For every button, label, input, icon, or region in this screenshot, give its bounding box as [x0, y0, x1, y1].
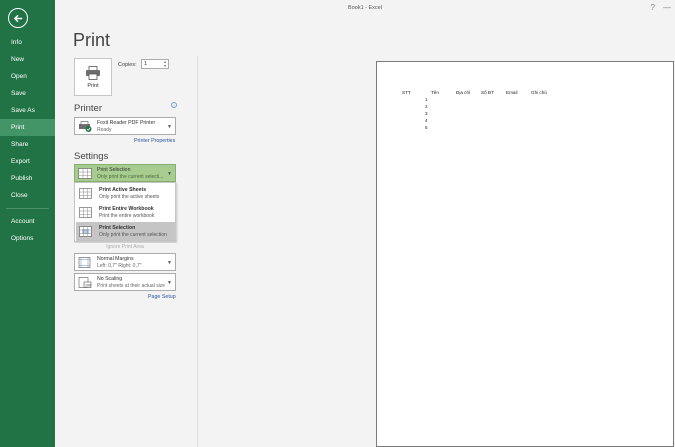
- chevron-down-icon: ▼: [167, 260, 172, 266]
- sidebar-item-open[interactable]: Open: [0, 68, 55, 85]
- printer-icon: [86, 65, 100, 80]
- column-header: Email: [506, 90, 518, 95]
- printer-status: Ready: [97, 127, 112, 133]
- workbook-icon: [79, 207, 92, 218]
- menu-item-title: Print Active Sheets: [99, 187, 147, 193]
- menu-item-title: Print Selection: [99, 225, 136, 231]
- printer-dropdown[interactable]: Foxit Reader PDF Printer Ready ▼: [74, 117, 176, 135]
- settings-section-title: Settings: [74, 151, 109, 162]
- sidebar-item-info[interactable]: Info: [0, 34, 55, 51]
- copies-input[interactable]: 1 ▲ ▼: [141, 59, 169, 69]
- printer-properties-link[interactable]: Printer Properties: [134, 138, 175, 144]
- window-title: Book1 - Excel: [348, 5, 382, 11]
- margins-dropdown[interactable]: Normal Margins Left: 0,7" Right: 0,7" ▼: [74, 253, 176, 271]
- print-what-desc: Only print the current selecti...: [97, 174, 164, 180]
- scaling-dropdown[interactable]: 100 No Scaling Print sheets at their act…: [74, 273, 176, 291]
- sidebar-item-options[interactable]: Options: [0, 230, 55, 247]
- printer-section-title: Printer: [74, 103, 102, 114]
- stepper-down-icon[interactable]: ▼: [162, 64, 168, 68]
- row-number: 4: [425, 118, 428, 123]
- info-icon[interactable]: i: [171, 102, 177, 108]
- chevron-down-icon: ▼: [167, 280, 172, 286]
- sidebar-item-save[interactable]: Save: [0, 85, 55, 102]
- print-button[interactable]: Print: [74, 58, 112, 96]
- column-header: Ghi chú: [531, 90, 547, 95]
- sidebar-item-export[interactable]: Export: [0, 153, 55, 170]
- sheet-selection-icon: [78, 168, 92, 179]
- print-what-title: Print Selection: [97, 167, 131, 173]
- back-arrow-icon[interactable]: [8, 8, 28, 28]
- scaling-desc: Print sheets at their actual size: [97, 283, 166, 289]
- help-button[interactable]: ?: [651, 4, 655, 12]
- chevron-down-icon: ▼: [167, 171, 172, 177]
- print-preview-page: STT Tên Địa chỉ Số ĐT Email Ghi chú 1 2 …: [376, 61, 674, 447]
- title-bar: Book1 - Excel ? —: [55, 0, 675, 18]
- printer-ready-icon: [79, 121, 92, 132]
- menu-item-desc: Print the entire workbook: [99, 213, 155, 219]
- copies-value: 1: [144, 61, 148, 67]
- margins-desc: Left: 0,7" Right: 0,7": [97, 263, 142, 269]
- copies-label: Copies:: [118, 62, 137, 68]
- svg-text:100: 100: [85, 284, 91, 288]
- sidebar-item-publish[interactable]: Publish: [0, 170, 55, 187]
- sidebar-divider: [6, 208, 49, 209]
- sidebar-item-account[interactable]: Account: [0, 213, 55, 230]
- menu-item-desc: Only print the active sheets: [99, 194, 160, 200]
- sidebar-item-print[interactable]: Print: [0, 119, 55, 136]
- panel-divider: [197, 56, 198, 447]
- print-button-label: Print: [87, 82, 99, 89]
- menu-item-print-selection[interactable]: Print Selection Only print the current s…: [76, 222, 175, 241]
- scaling-title: No Scaling: [97, 276, 123, 282]
- selection-icon: [79, 226, 92, 237]
- page-title: Print: [73, 30, 111, 50]
- column-header: STT: [402, 90, 411, 95]
- backstage-sidebar: Info New Open Save Save As Print Share E…: [0, 0, 55, 447]
- window-controls: ? —: [651, 4, 671, 12]
- column-header: Tên: [431, 90, 439, 95]
- column-header: Địa chỉ: [456, 90, 471, 95]
- print-what-dropdown[interactable]: Print Selection Only print the current s…: [74, 164, 176, 182]
- minimize-button[interactable]: —: [663, 4, 671, 12]
- menu-item-print-active-sheets[interactable]: Print Active Sheets Only print the activ…: [76, 184, 175, 203]
- margins-icon: [78, 257, 91, 268]
- menu-item-title: Print Entire Workbook: [99, 206, 154, 212]
- sidebar-item-share[interactable]: Share: [0, 136, 55, 153]
- copies-stepper[interactable]: ▲ ▼: [162, 60, 168, 68]
- menu-item-print-entire-workbook[interactable]: Print Entire Workbook Print the entire w…: [76, 203, 175, 222]
- chevron-down-icon: ▼: [167, 124, 172, 130]
- ignore-print-area-option[interactable]: Ignore Print Area: [74, 243, 176, 252]
- margins-title: Normal Margins: [97, 256, 134, 262]
- page-setup-link[interactable]: Page Setup: [148, 294, 176, 300]
- row-number: 1: [425, 97, 428, 102]
- print-what-menu: Print Active Sheets Only print the activ…: [74, 182, 176, 242]
- menu-item-desc: Only print the current selection: [99, 232, 167, 238]
- scaling-icon: 100: [78, 277, 92, 288]
- sidebar-item-close[interactable]: Close: [0, 187, 55, 204]
- column-header: Số ĐT: [481, 90, 495, 95]
- sidebar-item-save-as[interactable]: Save As: [0, 102, 55, 119]
- active-sheets-icon: [79, 188, 92, 199]
- row-number: 2: [425, 104, 428, 109]
- printer-name: Foxit Reader PDF Printer: [97, 120, 156, 126]
- row-number: 5: [425, 125, 428, 130]
- sidebar-item-new[interactable]: New: [0, 51, 55, 68]
- row-number: 3: [425, 111, 428, 116]
